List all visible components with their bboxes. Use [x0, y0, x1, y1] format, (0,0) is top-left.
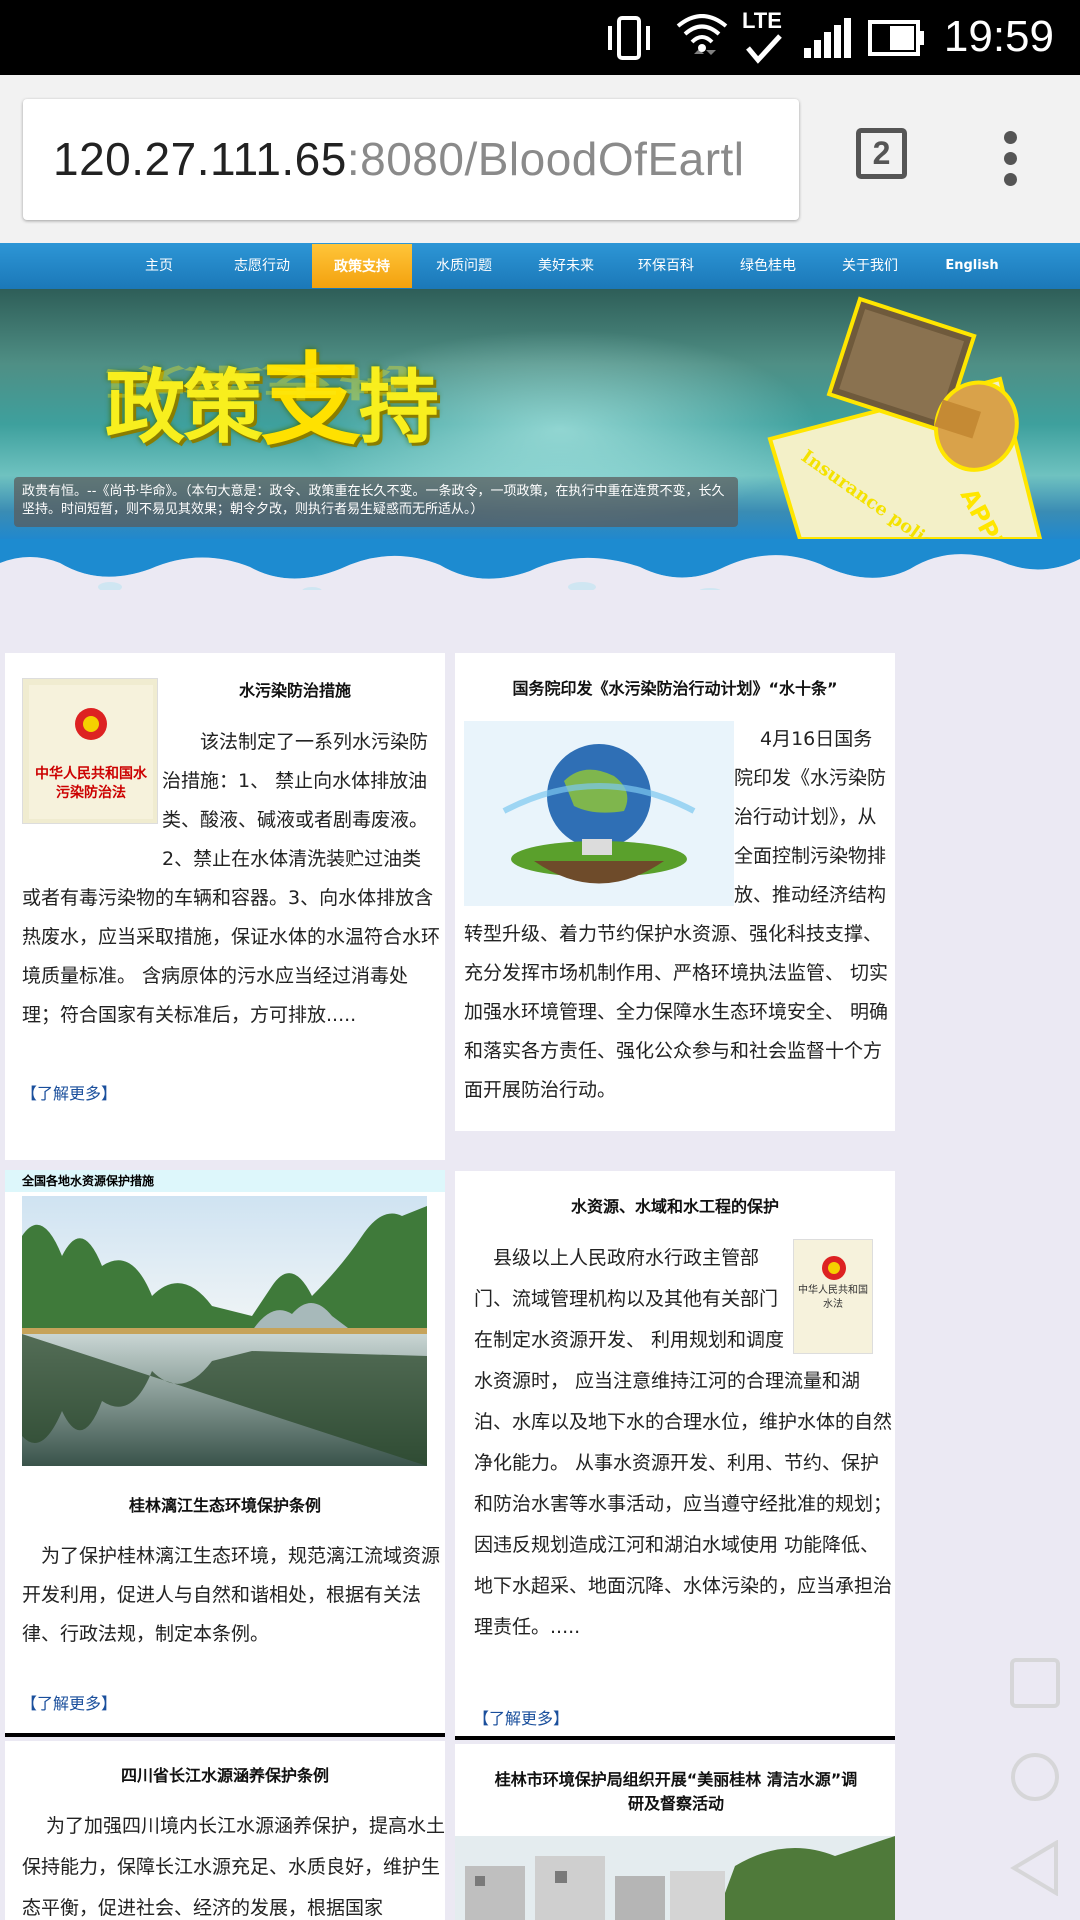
lijiang-river-image: [22, 1196, 427, 1466]
learn-more-link[interactable]: 【了解更多】: [473, 1705, 569, 1729]
card-sichuan-yangtze: 四川省长江水源涵养保护条例 为了加强四川境内长江水源涵养保护，提高水土保持能力，…: [5, 1741, 445, 1920]
nav-green-gued[interactable]: 绿色桂电: [728, 243, 808, 289]
card-title: 水污染防治措施: [238, 681, 351, 700]
clock: 19:59: [943, 12, 1054, 61]
nav-future[interactable]: 美好未来: [526, 243, 606, 289]
card-title: 国务院印发《水污染防治行动计划》“水十条”: [512, 679, 838, 698]
learn-more-link[interactable]: 【了解更多】: [21, 1690, 117, 1714]
nav-english[interactable]: English: [936, 243, 1008, 289]
card-body: 为了加强四川境内长江水源涵养保护，提高水土保持能力，保障长江水源充足、水质良好，…: [22, 1815, 445, 1919]
tab-switcher-button[interactable]: 2: [856, 128, 907, 179]
card-title: 桂林漓江生态环境保护条例: [128, 1496, 321, 1515]
village-river-image: [455, 1836, 895, 1920]
checkmark-icon: [746, 34, 782, 64]
overflow-menu-icon[interactable]: [996, 131, 1026, 187]
status-bar: LTE 19:59: [0, 0, 1080, 75]
card-guilin-lijiang: 全国各地水资源保护措施 桂林漓江生态环境保护条例 为了保护桂林漓江生态环境，规范…: [5, 1170, 445, 1733]
card-water-ten-plan: 国务院印发《水污染防治行动计划》“水十条” 4月16日国务院印发《水污染防治行动…: [455, 653, 895, 1131]
card-body: 为了保护桂林漓江生态环境，规范漓江流域资源开发利用，促进人与自然和谐相处，根据有…: [22, 1545, 441, 1645]
wifi-icon: [676, 14, 728, 55]
url-path: :8080/BloodOfEartl: [346, 133, 745, 185]
vibrate-icon: [608, 16, 650, 60]
policy-banner: 政策支持 政策支持 APPROVED Insurance policy. 政贵有…: [0, 289, 1080, 590]
nav-water-quality[interactable]: 水质问题: [424, 243, 504, 289]
signal-icon: [804, 18, 851, 58]
learn-more-link[interactable]: 【了解更多】: [21, 1080, 117, 1104]
card-title: 水资源、水域和水工程的保护: [570, 1197, 779, 1216]
section-header: 全国各地水资源保护措施: [5, 1170, 445, 1192]
url-bar[interactable]: 120.27.111.65:8080/BloodOfEartl: [23, 99, 799, 220]
browser-toolbar: 120.27.111.65:8080/BloodOfEartl 2: [0, 75, 1080, 243]
card-body: 4月16日国务院印发《水污染防治行动计划》，从全面控制污染物排放、推动经济结构转…: [464, 728, 889, 1101]
nav-encyclopedia[interactable]: 环保百科: [626, 243, 706, 289]
card-water-resources-protection: 水资源、水域和水工程的保护 中华人民共和国水法 县级以上人民政府水行政主管部门、…: [455, 1171, 895, 1736]
back-button[interactable]: [1010, 1839, 1060, 1897]
nav-policy[interactable]: 政策支持: [312, 244, 412, 288]
url-host: 120.27.111.65: [53, 133, 347, 185]
site-nav: 主页 志愿行动 政策支持 水质问题 美好未来 环保百科 绿色桂电 关于我们 En…: [0, 243, 1080, 289]
recent-apps-button[interactable]: [1010, 1658, 1060, 1708]
card-title: 桂林市环境保护局组织开展“美丽桂林 清洁水源”调研及督察活动: [494, 1770, 858, 1813]
card-title: 四川省长江水源涵养保护条例: [120, 1766, 329, 1785]
approved-stamp-image: APPROVED Insurance policy.: [767, 296, 1048, 539]
lte-label: LTE: [742, 8, 782, 33]
card-body: 该法制定了一系列水污染防治措施：1、 禁止向水体排放油类、酸液、碱液或者剧毒废液…: [22, 731, 441, 1026]
card-guilin-inspection: 桂林市环境保护局组织开展“美丽桂林 清洁水源”调研及督察活动: [455, 1744, 895, 1920]
nav-home[interactable]: 主页: [126, 243, 192, 289]
banner-caption: 政贵有恒。--《尚书·毕命》。（本句大意是：政令、政策重在长久不变。一条政令，一…: [14, 477, 738, 527]
card-body: 县级以上人民政府水行政主管部门、流域管理机构以及其他有关部门在制定水资源开发、 …: [474, 1247, 893, 1638]
home-button[interactable]: [1010, 1752, 1060, 1802]
section-divider: [455, 1736, 895, 1740]
card-water-pollution-measures: 水污染防治措施 中华人民共和国水污染防治法 该法制定了一系列水污染防治措施：1、…: [5, 653, 445, 1160]
nav-about[interactable]: 关于我们: [830, 243, 910, 289]
section-divider: [5, 1733, 445, 1737]
battery-icon: [868, 20, 924, 56]
nav-volunteer[interactable]: 志愿行动: [222, 243, 302, 289]
water-wave-decoration: [0, 539, 1080, 590]
